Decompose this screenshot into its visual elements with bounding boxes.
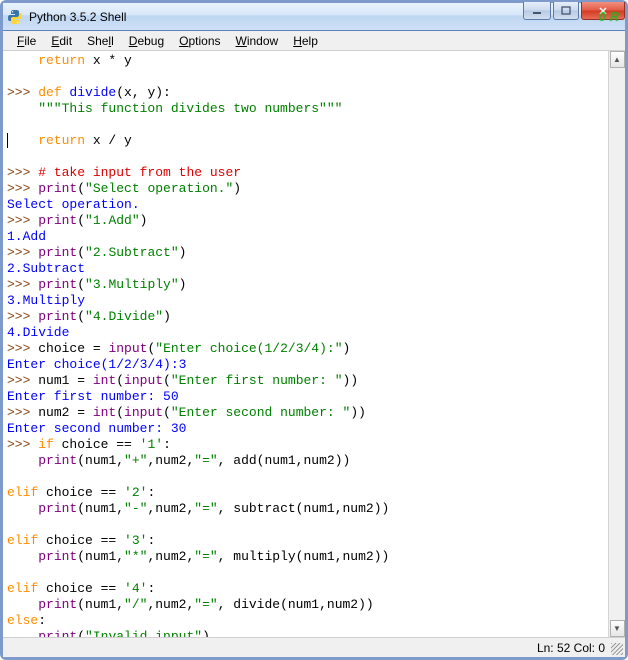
menu-options[interactable]: Options [173, 33, 226, 49]
vertical-scrollbar[interactable]: ▲ ▼ [608, 51, 625, 637]
menubar: File Edit Shell Debug Options Window Hel… [3, 31, 625, 51]
menu-shell[interactable]: Shell [81, 33, 120, 49]
titlebar[interactable]: Python 3.5.2 Shell 0 R [3, 3, 625, 31]
scroll-up-button[interactable]: ▲ [610, 51, 625, 68]
maximize-button[interactable] [553, 2, 579, 20]
menu-help[interactable]: Help [287, 33, 324, 49]
menu-debug[interactable]: Debug [123, 33, 170, 49]
statusbar: Ln: 52 Col: 0 [3, 637, 625, 657]
minimize-button[interactable] [523, 2, 551, 20]
menu-edit[interactable]: Edit [45, 33, 78, 49]
menu-window[interactable]: Window [230, 33, 285, 49]
menu-file[interactable]: File [11, 33, 42, 49]
code-editor[interactable]: return x * y >>> def divide(x, y): """Th… [3, 51, 608, 637]
overlay-text: 0 R [599, 9, 619, 24]
scroll-down-button[interactable]: ▼ [610, 620, 625, 637]
python-icon [7, 9, 23, 25]
cursor-position: Ln: 52 Col: 0 [537, 641, 605, 655]
resize-grip[interactable] [611, 643, 623, 655]
